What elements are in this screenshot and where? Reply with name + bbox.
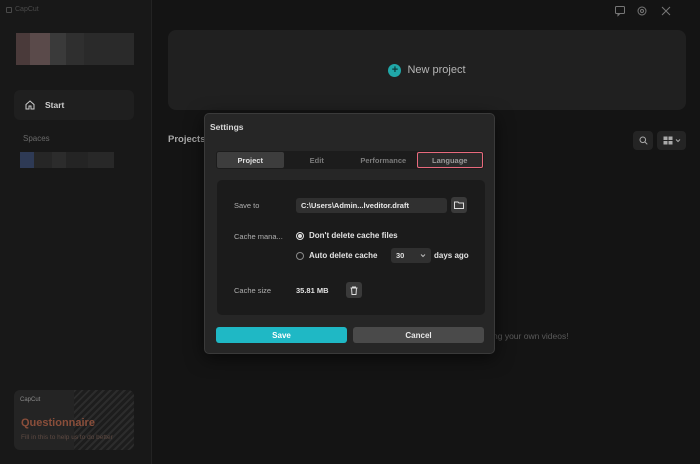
days-select-value: 30 (396, 251, 405, 260)
settings-icon[interactable] (636, 5, 648, 17)
close-icon[interactable] (660, 5, 672, 17)
dialog-title: Settings (210, 122, 244, 132)
trash-icon (350, 286, 358, 295)
capcut-logo-icon (6, 6, 12, 13)
radio-keep-cache-label: Don't delete cache files (309, 231, 398, 240)
search-button[interactable] (633, 131, 653, 150)
app-title: CapCut (6, 6, 39, 13)
radio-auto-delete-label: Auto delete cache (309, 251, 378, 260)
projects-heading: Projects (168, 134, 206, 145)
plus-icon: + (388, 63, 402, 77)
grid-view-icon (663, 136, 672, 145)
chevron-down-icon (675, 139, 680, 143)
clear-cache-button[interactable] (346, 282, 362, 298)
save-button[interactable]: Save (216, 327, 347, 343)
spaces-heading: Spaces (23, 134, 50, 143)
cache-size-label: Cache size (234, 286, 272, 295)
tab-performance[interactable]: Performance (350, 152, 417, 168)
feedback-icon[interactable] (614, 5, 626, 17)
questionnaire-brand: CapCut (20, 397, 41, 403)
search-icon (639, 136, 648, 145)
radio-auto-delete[interactable]: Auto delete cache (296, 251, 377, 260)
cache-management-label: Cache mana... (234, 232, 283, 241)
questionnaire-title: Questionnaire (21, 417, 95, 429)
settings-dialog: Settings Project Edit Performance Langua… (204, 113, 495, 354)
view-toggle-button[interactable] (657, 131, 686, 150)
save-to-label: Save to (234, 201, 260, 210)
space-item[interactable] (20, 152, 114, 168)
radio-button[interactable] (296, 251, 304, 260)
questionnaire-card[interactable]: CapCut Questionnaire Fill in this to hel… (14, 390, 134, 450)
sidebar-item-start[interactable]: Start (14, 90, 134, 120)
sidebar-item-start-label: Start (45, 100, 65, 110)
save-path-field[interactable]: C:\Users\Admin...lveditor.draft (296, 198, 447, 213)
radio-button-selected[interactable] (296, 231, 304, 240)
home-icon (25, 100, 35, 110)
radio-keep-cache[interactable]: Don't delete cache files (296, 231, 398, 240)
questionnaire-subtitle: Fill in this to help us to do better (21, 434, 113, 441)
days-suffix: days ago (434, 251, 469, 260)
new-project-label: New project (407, 64, 466, 76)
app-title-text: CapCut (15, 6, 39, 13)
empty-projects-hint: ng your own videos! (493, 331, 569, 341)
cancel-button[interactable]: Cancel (353, 327, 484, 343)
settings-tabs: Project Edit Performance Language (216, 151, 484, 169)
folder-icon (454, 201, 464, 209)
cache-size-value: 35.81 MB (296, 286, 329, 295)
tab-project[interactable]: Project (217, 152, 284, 168)
browse-folder-button[interactable] (451, 197, 467, 213)
new-project-button[interactable]: + New project (168, 30, 686, 110)
project-settings-panel: Save to C:\Users\Admin...lveditor.draft … (217, 180, 485, 315)
tab-language[interactable]: Language (416, 152, 483, 168)
chevron-down-icon (420, 254, 426, 258)
account-avatar[interactable] (16, 33, 134, 65)
sidebar: CapCut Start Spaces CapCut Questionnaire… (0, 0, 152, 464)
tab-edit[interactable]: Edit (284, 152, 351, 168)
days-select[interactable]: 30 (391, 248, 431, 263)
